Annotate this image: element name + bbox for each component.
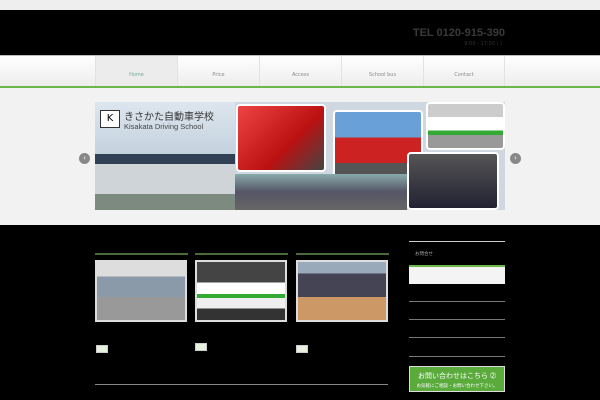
building-image (95, 154, 235, 210)
motorcycles-photo (407, 152, 499, 210)
column-divider (296, 253, 389, 255)
training-car-thumbnail[interactable] (195, 260, 287, 322)
contact-banner-subtitle: お気軽にご相談・お問い合わせ下さい。 (416, 384, 498, 389)
nav-price[interactable]: Price (177, 56, 259, 87)
sidebar-row[interactable] (409, 337, 505, 338)
content-divider (95, 384, 388, 385)
broken-image-icon[interactable] (195, 343, 207, 351)
sidebar-input[interactable] (409, 265, 505, 284)
slider-prev-button[interactable]: ‹ (79, 153, 90, 164)
slider-next-button[interactable]: › (510, 153, 521, 164)
sidebar-label: お問合せ (415, 252, 433, 257)
business-hours: 9:00 - 17:00 ( ) (464, 41, 502, 47)
school-logo: K (100, 110, 120, 128)
phone-number: TEL 0120-915-390 (412, 27, 505, 39)
image-slider[interactable]: K きさかた自動車学校 Kisakata Driving School (95, 102, 505, 210)
nav-school-bus[interactable]: School bus (341, 56, 423, 87)
red-car-photo (236, 104, 326, 172)
nav-access[interactable]: Access (259, 56, 341, 87)
school-name-en: Kisakata Driving School (124, 122, 204, 131)
training-car-photo (426, 102, 505, 150)
contact-banner-title: お問い合わせはこちら ➁ (417, 372, 497, 380)
main-nav: Home Price Access School bus Contact (0, 55, 600, 87)
top-strip (0, 0, 600, 10)
column-divider (195, 253, 288, 255)
sidebar-row[interactable] (409, 319, 505, 320)
column-divider (95, 253, 188, 255)
broken-image-icon[interactable] (296, 345, 308, 353)
school-name-ja: きさかた自動車学校 (124, 112, 214, 123)
school-photo: K きさかた自動車学校 Kisakata Driving School (95, 102, 235, 210)
school-building-thumbnail[interactable] (95, 260, 187, 322)
header: TEL 0120-915-390 9:00 - 17:00 ( ) (0, 10, 600, 55)
sidebar-row[interactable] (409, 356, 505, 357)
course-photo (235, 174, 407, 210)
broken-image-icon[interactable] (96, 345, 108, 353)
nav-home[interactable]: Home (95, 56, 177, 87)
contact-banner-button[interactable]: お問い合わせはこちら ➁ お気軽にご相談・お問い合わせ下さい。 (409, 366, 505, 392)
nav-contact[interactable]: Contact (423, 56, 505, 87)
sidebar-row[interactable] (409, 301, 505, 302)
classroom-thumbnail[interactable] (296, 260, 388, 322)
sidebar-divider (409, 241, 505, 242)
